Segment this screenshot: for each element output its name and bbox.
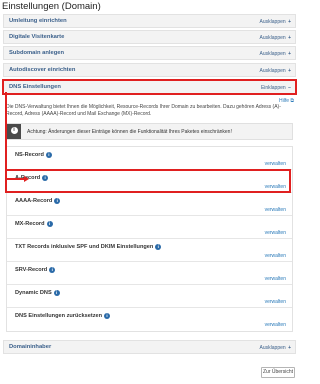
record-row-srv: SRV-Record i verwalten — [7, 262, 292, 285]
page-title: Einstellungen (Domain) — [2, 1, 101, 12]
section-label: Digitale Visitenkarte — [9, 34, 65, 40]
info-icon[interactable]: i — [104, 313, 111, 319]
annotation-arrow-line — [5, 92, 7, 179]
accordion-subdomain[interactable]: Subdomain anlegen Ausklappen + — [3, 46, 296, 60]
annotation-arrow-line — [5, 178, 25, 180]
expand-toggle[interactable]: Ausklappen + — [260, 345, 291, 351]
info-icon[interactable]: i — [155, 244, 162, 250]
manage-link[interactable]: verwalten — [265, 276, 286, 282]
record-label: AAAA-Record — [15, 198, 53, 204]
manage-link[interactable]: verwalten — [265, 230, 286, 236]
record-label: MX-Record — [15, 221, 45, 227]
record-row-ns: NS-Record i verwalten — [7, 147, 292, 170]
section-label: Umleitung einrichten — [9, 18, 67, 24]
overview-button[interactable]: Zur Übersicht — [261, 367, 295, 378]
dns-description: Die DNS-Verwaltung bietet Ihnen die Mögl… — [6, 104, 281, 117]
record-label: SRV-Record — [15, 267, 48, 273]
arrow-right-icon — [24, 175, 29, 182]
manage-link[interactable]: verwalten — [265, 161, 286, 167]
manage-link[interactable]: verwalten — [265, 322, 286, 328]
info-icon[interactable]: i — [46, 221, 53, 227]
warning-text: Achtung: Änderungen dieser Einträge könn… — [27, 129, 232, 135]
accordion-visitenkarte[interactable]: Digitale Visitenkarte Ausklappen + — [3, 30, 296, 44]
plus-icon: + — [288, 34, 291, 41]
expand-toggle[interactable]: Ausklappen + — [260, 19, 291, 25]
record-label: NS-Record — [15, 152, 44, 158]
expand-toggle[interactable]: Ausklappen + — [260, 51, 291, 57]
info-icon: i — [7, 124, 21, 139]
manage-link[interactable]: verwalten — [265, 207, 286, 213]
record-label: DNS Einstellungen zurücksetzen — [15, 313, 103, 319]
record-row-txt: TXT Records inklusive SPF und DKIM Einst… — [7, 239, 292, 262]
warning-box: i Achtung: Änderungen dieser Einträge kö… — [6, 123, 293, 140]
a-record-highlight-box — [5, 169, 291, 193]
plus-icon: + — [288, 50, 291, 57]
dns-highlight-box — [2, 79, 297, 95]
info-icon[interactable]: i — [45, 152, 52, 158]
section-label: Autodiscover einrichten — [9, 67, 76, 73]
record-row-reset: DNS Einstellungen zurücksetzen i verwalte… — [7, 308, 292, 332]
info-icon[interactable]: i — [53, 290, 60, 296]
accordion-domaininhaber[interactable]: Domaininhaber Ausklappen + — [3, 340, 296, 354]
section-label: Subdomain anlegen — [9, 50, 65, 56]
manage-link[interactable]: verwalten — [265, 299, 286, 305]
info-icon[interactable]: i — [49, 267, 56, 273]
manage-link[interactable]: verwalten — [265, 253, 286, 259]
section-label: Domaininhaber — [9, 344, 52, 350]
record-row-aaaa: AAAA-Record i verwalten — [7, 193, 292, 216]
info-icon[interactable]: i — [54, 198, 61, 204]
plus-icon: + — [288, 67, 291, 74]
record-label: TXT Records inklusive SPF und DKIM Einst… — [15, 244, 154, 250]
expand-toggle[interactable]: Ausklappen + — [260, 35, 291, 41]
record-label: Dynamic DNS — [15, 290, 52, 296]
accordion-autodiscover[interactable]: Autodiscover einrichten Ausklappen + — [3, 63, 296, 77]
record-row-mx: MX-Record i verwalten — [7, 216, 292, 239]
accordion-umleitung[interactable]: Umleitung einrichten Ausklappen + — [3, 14, 296, 28]
expand-toggle[interactable]: Ausklappen + — [260, 68, 291, 74]
plus-icon: + — [288, 18, 291, 25]
plus-icon: + — [288, 344, 291, 351]
record-row-dynamic-dns: Dynamic DNS i verwalten — [7, 285, 292, 308]
